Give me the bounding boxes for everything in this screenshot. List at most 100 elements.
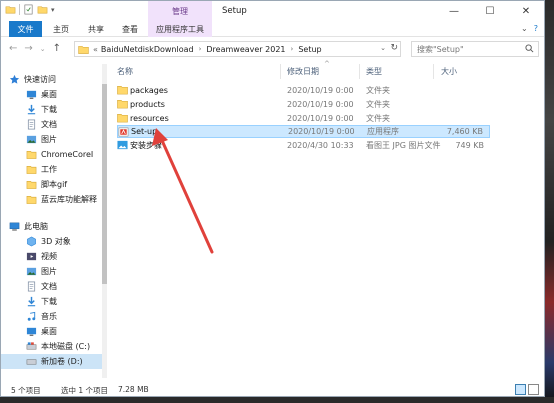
tab-view[interactable]: 查看 xyxy=(114,21,146,37)
folder-icon xyxy=(26,196,37,204)
customize-toolbar-icon[interactable]: ▾ xyxy=(51,6,55,14)
breadcrumb-separator-icon[interactable]: › xyxy=(199,45,202,53)
nav-desktop-label: 桌面 xyxy=(41,90,57,99)
background-desktop-bottom xyxy=(0,397,554,403)
nav-item-label: 视频 xyxy=(41,252,57,261)
back-arrow-icon[interactable]: ← xyxy=(9,43,17,54)
breadcrumb-separator-icon[interactable]: › xyxy=(291,45,294,53)
address-bar[interactable]: « BaiduNetdiskDownload › Dreamweaver 202… xyxy=(74,41,401,57)
nav-drive-d[interactable]: 新加卷 (D:) xyxy=(1,354,102,369)
file-type: 看图王 JPG 图片文件 xyxy=(366,141,441,150)
nav-drive-c[interactable]: 本地磁盘 (C:) xyxy=(26,339,102,354)
search-icon xyxy=(525,44,534,53)
new-folder-icon[interactable] xyxy=(37,4,48,15)
recent-dropdown-icon[interactable]: ⌄ xyxy=(40,45,46,53)
picture-icon xyxy=(26,135,37,144)
search-input[interactable]: 搜索"Setup" xyxy=(411,41,539,57)
folder-icon xyxy=(26,166,37,174)
desktop-icon xyxy=(26,327,37,336)
nav-folder-script-gif[interactable]: 脚本gif xyxy=(26,177,102,192)
tab-application-tools[interactable]: 应用程序工具 xyxy=(148,21,212,37)
close-button[interactable]: ✕ xyxy=(508,1,544,21)
expand-ribbon-icon[interactable]: ⌄ xyxy=(521,24,528,33)
nav-this-pc[interactable]: 此电脑 xyxy=(9,219,102,234)
nav-folder-chromecore[interactable]: ChromeCoreI xyxy=(26,147,102,162)
nav-folder-work[interactable]: 工作 xyxy=(26,162,102,177)
nav-downloads[interactable]: 下载 ✲ xyxy=(26,102,102,117)
properties-icon[interactable] xyxy=(23,4,34,15)
ribbon-right-controls: ⌄ ? xyxy=(521,24,538,33)
nav-item-label: 图片 xyxy=(41,267,57,276)
file-name: resources xyxy=(130,114,169,123)
tab-share[interactable]: 共享 xyxy=(80,21,112,37)
nav-quick-access[interactable]: 快速访问 xyxy=(9,72,102,87)
view-switcher xyxy=(515,384,539,395)
nav-videos[interactable]: 视频 xyxy=(26,249,102,264)
help-icon[interactable]: ? xyxy=(534,24,538,33)
nav-scrollbar[interactable] xyxy=(102,64,107,378)
nav-pc-downloads[interactable]: 下载 xyxy=(26,294,102,309)
file-row[interactable]: resources 2020/10/19 0:00 文件夹 xyxy=(117,112,490,125)
overflow-chevron[interactable]: « xyxy=(93,45,98,54)
file-date: 2020/10/19 0:00 xyxy=(287,86,354,95)
status-size: 7.28 MB xyxy=(118,385,149,394)
file-row[interactable]: packages 2020/10/19 0:00 文件夹 xyxy=(117,84,490,97)
nav-item-label: 3D 对象 xyxy=(41,237,71,246)
forward-arrow-icon[interactable]: → xyxy=(24,43,32,54)
breadcrumb-setup[interactable]: Setup xyxy=(298,45,321,54)
nav-item-label: 下载 xyxy=(41,297,57,306)
column-header-date[interactable]: 修改日期 xyxy=(287,64,319,79)
nav-downloads-label: 下载 xyxy=(41,105,57,114)
nav-this-pc-label: 此电脑 xyxy=(24,222,48,231)
large-icons-view-icon[interactable] xyxy=(528,384,539,395)
column-header-type[interactable]: 类型 xyxy=(366,64,382,79)
details-view-icon[interactable] xyxy=(515,384,526,395)
breadcrumb-dreamweaver[interactable]: Dreamweaver 2021 xyxy=(206,45,285,54)
nav-pc-desktop[interactable]: 桌面 xyxy=(26,324,102,339)
navigation-pane: 快速访问 桌面 ✲ 下载 ✲ 文档 ✲ 图片 ✲ ChromeCoreI xyxy=(1,64,102,378)
breadcrumb-baidunetdiskdownload[interactable]: BaiduNetdiskDownload xyxy=(101,45,194,54)
folder-icon xyxy=(117,86,128,95)
file-row-selected[interactable]: Set-up 2020/10/19 0:00 应用程序 7,460 KB xyxy=(117,125,490,138)
cube-icon xyxy=(27,236,36,247)
minimize-button[interactable]: — xyxy=(436,1,472,21)
column-divider[interactable] xyxy=(359,64,360,79)
maximize-button[interactable]: ☐ xyxy=(472,1,508,21)
nav-item-label: 新加卷 (D:) xyxy=(41,357,83,366)
nav-3d-objects[interactable]: 3D 对象 xyxy=(26,234,102,249)
nav-pc-pictures[interactable]: 图片 xyxy=(26,264,102,279)
scrollbar-thumb[interactable] xyxy=(102,84,107,284)
file-name: 安装步骤 xyxy=(130,141,162,150)
column-divider[interactable] xyxy=(280,64,281,79)
nav-pc-documents[interactable]: 文档 xyxy=(26,279,102,294)
window-controls: — ☐ ✕ xyxy=(436,1,544,21)
manage-context-tab[interactable]: 管理 xyxy=(148,1,212,21)
nav-quick-access-label: 快速访问 xyxy=(24,75,56,84)
up-arrow-icon[interactable]: ↑ xyxy=(53,43,61,54)
file-row[interactable]: 安装步骤 2020/4/30 10:33 看图王 JPG 图片文件 749 KB xyxy=(117,139,490,152)
refresh-icon[interactable]: ↻ xyxy=(390,43,398,53)
folder-icon xyxy=(26,151,37,159)
status-selected: 选中 1 个项目 xyxy=(61,386,109,395)
column-header-size[interactable]: 大小 xyxy=(441,64,457,79)
address-dropdown-icon[interactable]: ⌄ xyxy=(380,44,386,52)
picture-icon xyxy=(26,267,37,276)
file-row[interactable]: products 2020/10/19 0:00 文件夹 xyxy=(117,98,490,111)
desktop-icon xyxy=(26,90,37,99)
nav-folder-lanyun[interactable]: 蓝云库功能解释 xyxy=(26,192,102,207)
file-date: 2020/10/19 0:00 xyxy=(287,114,354,123)
nav-pictures[interactable]: 图片 ✲ xyxy=(26,132,102,147)
tab-home[interactable]: 主页 xyxy=(45,21,77,37)
nav-music[interactable]: 音乐 xyxy=(26,309,102,324)
nav-item-label: 音乐 xyxy=(41,312,57,321)
nav-documents[interactable]: 文档 ✲ xyxy=(26,117,102,132)
window-title: Setup xyxy=(222,6,247,16)
tab-file[interactable]: 文件 xyxy=(9,21,42,37)
nav-desktop[interactable]: 桌面 ✲ xyxy=(26,87,102,102)
column-divider[interactable] xyxy=(433,64,434,79)
download-icon xyxy=(27,296,36,307)
file-list: 名称 修改日期 类型 大小 ^ packages 2020/10/19 0:00… xyxy=(109,60,539,378)
search-placeholder: 搜索"Setup" xyxy=(417,44,464,54)
sort-chevron-icon: ^ xyxy=(324,60,330,68)
column-header-name[interactable]: 名称 xyxy=(117,64,133,79)
